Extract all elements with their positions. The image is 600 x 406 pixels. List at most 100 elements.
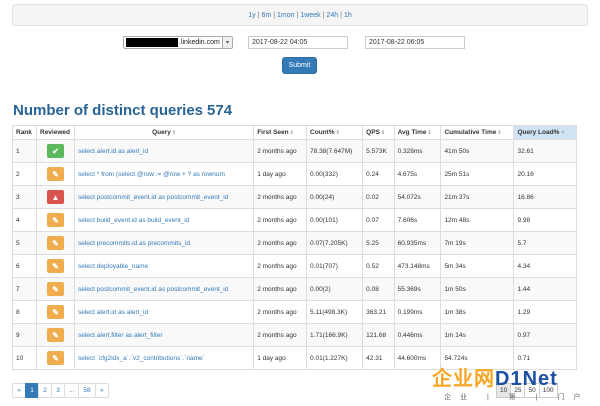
table-row: 3 ▲ select postcommit_event.id as postcomm… [12, 185, 577, 209]
qps-cell: 0.08 [362, 277, 395, 301]
range-link-1mon[interactable]: 1mon [277, 12, 295, 19]
sort-icon: ⇕ [497, 130, 502, 136]
pencil-icon[interactable]: ✎ [47, 213, 64, 227]
first-seen-cell: 1 day ago [253, 162, 308, 186]
range-link-1week[interactable]: 1week [300, 12, 320, 19]
column-header-label: Cumulative Time [444, 129, 497, 136]
check-icon[interactable]: ✔ [47, 144, 64, 158]
reviewed-cell: ✎ [36, 254, 75, 278]
date-from-input[interactable]: 2017-08-22 04:05 [248, 36, 348, 49]
range-separator: | [273, 11, 276, 19]
host-select[interactable]: .linkedin.com ▾ [123, 36, 233, 49]
query-link[interactable]: select alert.id as alert_id [78, 148, 148, 155]
column-header-query[interactable]: Query⇕ [73, 125, 255, 140]
redacted-host [126, 38, 178, 47]
avg-time-cell: 7.606s [393, 208, 442, 232]
query-cell: select postcommit_event.id as postcommit… [73, 185, 255, 209]
avg-time-cell: 0.446ms [393, 323, 442, 347]
table-header-row: Rank Reviewed Query⇕ First Seen⇕ Count%⇕ QPS⇕… [12, 125, 577, 140]
qps-cell: 5.25 [362, 231, 395, 255]
query-cell: select alert.id as alert_id [73, 300, 255, 324]
query-link[interactable]: select `cfg2idx_a`.`v2_contributions`.`n… [78, 355, 205, 362]
date-to-input[interactable]: 2017-08-22 06:05 [365, 36, 465, 49]
watermark-logo: 企业网D1Net 企业 | 第 | 门户 [432, 362, 600, 406]
pagination: «1 2 3... 58» [12, 383, 109, 398]
rank-cell: 10 [12, 346, 37, 370]
range-link-6m[interactable]: 6m [261, 12, 271, 19]
host-suffix: .linkedin.com [179, 39, 220, 46]
query-load-cell: 20.16 [513, 162, 577, 186]
query-link[interactable]: select postcommit_event.id as postcommit… [78, 286, 228, 293]
query-link[interactable]: select deployable_name [78, 263, 148, 270]
column-header-label: Count% [310, 129, 335, 136]
table-row: 8 ✎ select alert.id as alert_id 2 months ag… [12, 300, 577, 324]
query-link[interactable]: select * from (select @row := @row + ? a… [78, 171, 225, 178]
range-link-1y[interactable]: 1y [248, 12, 255, 19]
submit-button[interactable]: Submit [282, 57, 317, 74]
range-link-1h[interactable]: 1h [344, 12, 352, 19]
table-row: 4 ✎ select build_event.id as build_event_i… [12, 208, 577, 232]
reviewed-cell: ▲ [36, 185, 75, 209]
page-58-button[interactable]: 58 [78, 383, 96, 398]
query-cell: select * from (select @row := @row + ? a… [73, 162, 255, 186]
next-page-button[interactable]: » [94, 383, 109, 398]
count-cell: 1.71(166.9K) [306, 323, 364, 347]
pencil-icon[interactable]: ✎ [47, 167, 64, 181]
reviewed-cell: ✎ [36, 208, 75, 232]
range-link-24h[interactable]: 24h [326, 12, 338, 19]
query-link[interactable]: select alert.id as alert_id [78, 309, 148, 316]
first-seen-cell: 1 day ago [253, 346, 308, 370]
pencil-icon[interactable]: ✎ [47, 328, 64, 342]
query-load-cell: 0.97 [513, 323, 577, 347]
column-header-query-load[interactable]: Query Load%▼ [513, 125, 577, 140]
avg-time-cell: 54.072s [393, 185, 442, 209]
cumulative-time-cell: 1m 38s [440, 300, 515, 324]
query-link[interactable]: select alert.filter as alert_filter [78, 332, 163, 339]
page-ellipsis: ... [64, 383, 80, 398]
pencil-icon[interactable]: ✎ [47, 282, 64, 296]
cumulative-time-cell: 5m 34s [440, 254, 515, 278]
column-header-label: Query Load% [517, 129, 560, 136]
reviewed-cell: ✎ [36, 300, 75, 324]
page-3-button[interactable]: 3 [51, 383, 65, 398]
page-2-button[interactable]: 2 [38, 383, 52, 398]
query-load-cell: 1.44 [513, 277, 577, 301]
sort-icon: ⇕ [427, 130, 432, 136]
column-header-qps[interactable]: QPS⇕ [362, 125, 395, 140]
count-cell: 0.00(24) [306, 185, 364, 209]
rank-cell: 2 [12, 162, 37, 186]
pencil-icon[interactable]: ✎ [47, 259, 64, 273]
cumulative-time-cell: 1m 50s [440, 277, 515, 301]
table-row: 9 ✎ select alert.filter as alert_filter 2 m… [12, 323, 577, 347]
avg-time-cell: 0.199ms [393, 300, 442, 324]
query-cell: select precommits.id as precommits_id [73, 231, 255, 255]
page-1-button[interactable]: 1 [25, 383, 39, 398]
pencil-icon[interactable]: ✎ [47, 236, 64, 250]
column-header-first-seen[interactable]: First Seen⇕ [253, 125, 308, 140]
table-row: 5 ✎ select precommits.id as precommits_id 2… [12, 231, 577, 255]
query-load-cell: 5.7 [513, 231, 577, 255]
column-header-count[interactable]: Count%⇕ [306, 125, 364, 140]
count-cell: 0.01(707) [306, 254, 364, 278]
pencil-icon[interactable]: ✎ [47, 351, 64, 365]
column-header-avg-time[interactable]: Avg Time⇕ [393, 125, 442, 140]
prev-page-button[interactable]: « [12, 383, 26, 398]
warning-icon[interactable]: ▲ [47, 190, 64, 204]
query-link[interactable]: select build_event.id as build_event_id [78, 217, 189, 224]
pencil-icon[interactable]: ✎ [47, 305, 64, 319]
sort-icon: ⇕ [380, 130, 386, 136]
chevron-down-icon[interactable]: ▾ [222, 37, 232, 48]
column-header-label: Avg Time [397, 129, 427, 136]
range-separator: | [296, 11, 299, 19]
rank-cell: 1 [12, 139, 37, 163]
first-seen-cell: 2 months ago [253, 300, 308, 324]
column-header-reviewed: Reviewed [36, 125, 75, 140]
query-cell: select alert.id as alert_id [73, 139, 255, 163]
query-link[interactable]: select postcommit_event.id as postcommit… [78, 194, 228, 201]
query-link[interactable]: select precommits.id as precommits_id [78, 240, 190, 247]
qps-cell: 0.52 [362, 254, 395, 278]
range-separator: | [322, 11, 325, 19]
column-header-cumulative-time[interactable]: Cumulative Time⇕ [440, 125, 515, 140]
rank-cell: 6 [12, 254, 37, 278]
column-header-label: QPS [366, 129, 380, 136]
